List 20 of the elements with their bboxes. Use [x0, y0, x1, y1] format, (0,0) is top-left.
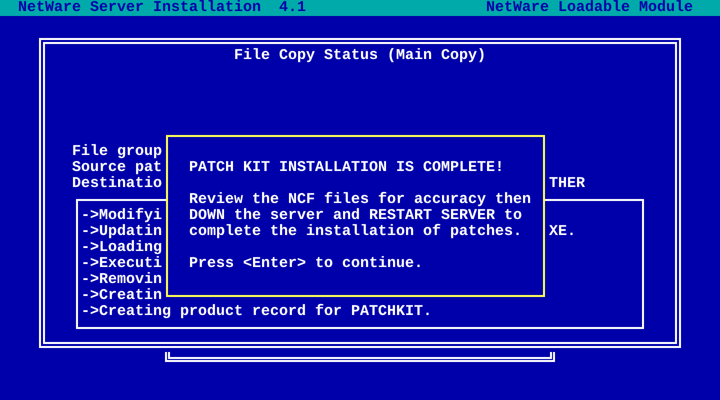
field-label: Source pat [72, 160, 162, 176]
field-value: THER [549, 176, 585, 192]
log-line-tail: XE. [549, 224, 576, 240]
log-line: ->Creatin [81, 288, 162, 304]
dialog-prompt: Press <Enter> to continue. [189, 256, 423, 272]
log-line: ->Removin [81, 272, 162, 288]
field-label: Destinatio [72, 176, 162, 192]
log-line: ->Modifyi [81, 208, 162, 224]
dialog-title: PATCH KIT INSTALLATION IS COMPLETE! [189, 160, 504, 176]
field-label: File group [72, 144, 162, 160]
log-line: ->Loading [81, 240, 162, 256]
log-line: ->Creating product record for PATCHKIT. [81, 304, 432, 320]
app-title: NetWare Server Installation 4.1 [18, 0, 306, 16]
dialog-message: Review the NCF files for accuracy then [189, 192, 531, 208]
log-line: ->Executi [81, 256, 162, 272]
dialog-message: DOWN the server and RESTART SERVER to [189, 208, 522, 224]
module-label: NetWare Loadable Module [486, 0, 693, 16]
log-line: ->Updatin [81, 224, 162, 240]
window-title: File Copy Status (Main Copy) [234, 48, 486, 64]
dialog-message: complete the installation of patches. [189, 224, 522, 240]
